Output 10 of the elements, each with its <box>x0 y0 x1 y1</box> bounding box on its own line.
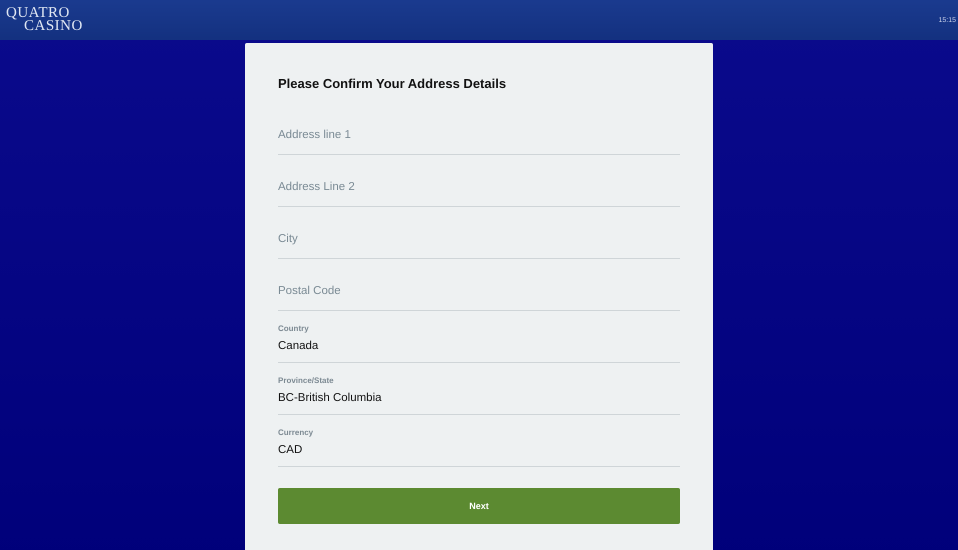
select-field[interactable]: Province/State BC-British Columbia <box>278 363 680 415</box>
text-field[interactable]: Address Line 2 <box>278 155 680 207</box>
next-button[interactable]: Next <box>278 488 680 524</box>
text-field[interactable]: Postal Code <box>278 259 680 311</box>
form-title: Please Confirm Your Address Details <box>278 76 508 91</box>
text-field[interactable]: City <box>278 207 680 259</box>
select-field[interactable]: Currency CAD <box>278 415 680 467</box>
logo: QUATRO CASINO <box>6 7 83 33</box>
text-field[interactable]: Address line 1 <box>278 103 680 155</box>
select-field[interactable]: Country Canada <box>278 311 680 363</box>
